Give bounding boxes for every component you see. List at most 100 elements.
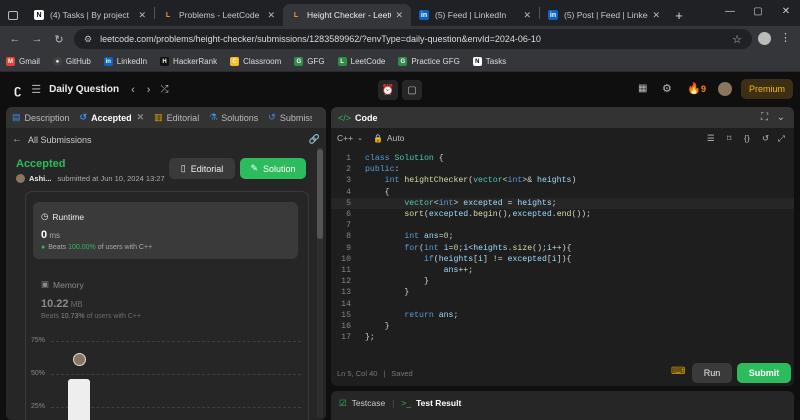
notion-icon: N bbox=[34, 10, 44, 20]
tab-editorial[interactable]: ▥ Editorial bbox=[154, 112, 199, 123]
tab-close-icon[interactable]: ✕ bbox=[138, 10, 146, 21]
code-line[interactable]: 14 bbox=[331, 299, 794, 310]
bookmark-star-icon[interactable]: ☆ bbox=[732, 33, 742, 46]
new-tab-button[interactable]: + bbox=[668, 4, 690, 26]
forward-icon[interactable]: → bbox=[26, 33, 48, 45]
bookmark-hackerrank[interactable]: H HackerRank bbox=[160, 57, 217, 66]
problem-list-icon[interactable]: ☰ bbox=[31, 83, 41, 96]
browser-tab-linkedin-post[interactable]: in (5) Post | Feed | LinkedIn ✕ bbox=[540, 4, 668, 26]
minimize-icon[interactable]: — bbox=[716, 6, 744, 17]
leetcode-logo-icon[interactable]: ʗ bbox=[14, 82, 21, 97]
browser-tab-linkedin-feed[interactable]: in (5) Feed | LinkedIn ✕ bbox=[411, 4, 539, 26]
distribution-bar[interactable] bbox=[68, 379, 90, 420]
code-line[interactable]: 9 for(int i=0;i<heights.size();i++){ bbox=[331, 243, 794, 254]
language-select[interactable]: C++ bbox=[337, 133, 353, 143]
profile-avatar[interactable] bbox=[758, 32, 771, 45]
tab-close-icon[interactable]: ✕ bbox=[267, 10, 275, 21]
code-line[interactable]: 15 return ans; bbox=[331, 310, 794, 321]
submit-button[interactable]: Submit bbox=[737, 363, 791, 383]
code-line[interactable]: 12 } bbox=[331, 276, 794, 287]
fullscreen-icon[interactable]: ⤢ bbox=[778, 133, 785, 144]
code-line[interactable]: 6 sort(excepted.begin(),excepted.end()); bbox=[331, 209, 794, 220]
settings-gear-icon[interactable]: ⚙ bbox=[662, 82, 672, 95]
streak-fire-icon[interactable]: 🔥 bbox=[687, 82, 701, 95]
bookmark-tasks[interactable]: N Tasks bbox=[472, 57, 506, 66]
code-line[interactable]: 7 bbox=[331, 220, 794, 231]
notion-icon: N bbox=[472, 57, 482, 66]
braces-icon[interactable]: {} bbox=[744, 133, 750, 143]
browser-tab-tasks[interactable]: N (4) Tasks | By project ✕ bbox=[26, 4, 154, 26]
reload-icon[interactable]: ↻ bbox=[48, 33, 70, 46]
prev-problem-icon[interactable]: ‹ bbox=[131, 84, 135, 96]
code-line[interactable]: 13 } bbox=[331, 287, 794, 298]
close-window-icon[interactable]: ✕ bbox=[772, 6, 800, 17]
tab-accepted[interactable]: ↺ Accepted ✕ bbox=[80, 112, 145, 123]
share-link-icon[interactable]: 🔗 bbox=[309, 134, 320, 145]
run-button[interactable]: Run bbox=[692, 363, 732, 383]
bookmark-classroom[interactable]: C Classroom bbox=[230, 57, 281, 66]
layout-icon[interactable]: ▦ bbox=[638, 83, 647, 94]
tab-close-icon[interactable]: ✕ bbox=[395, 10, 403, 21]
memory-box[interactable]: ▣ Memory 10.22 MB Beats 10.73% of users w… bbox=[33, 270, 298, 320]
bookmark-github[interactable]: ● GitHub bbox=[52, 57, 91, 66]
bookmark-linkedin[interactable]: in LinkedIn bbox=[103, 57, 147, 66]
code-line[interactable]: 16 } bbox=[331, 321, 794, 332]
tab-label: Editorial bbox=[166, 112, 200, 123]
stats-card: ◷ Runtime 0 ms ● Beats 100.00% of users w… bbox=[25, 191, 309, 420]
shuffle-icon[interactable]: ⤮ bbox=[160, 84, 168, 95]
code-line[interactable]: 17}; bbox=[331, 332, 794, 343]
tab-close-icon[interactable]: ✕ bbox=[652, 10, 660, 21]
browser-tab-problems[interactable]: L Problems - LeetCode ✕ bbox=[155, 4, 283, 26]
maximize-panel-icon[interactable]: ⛶ bbox=[761, 112, 768, 123]
bookmark-leetcode[interactable]: L LeetCode bbox=[337, 57, 385, 66]
auto-mode[interactable]: Auto bbox=[387, 133, 405, 143]
tab-testcase[interactable]: Testcase bbox=[352, 398, 386, 408]
username[interactable]: Ashi... bbox=[29, 174, 52, 183]
site-info-icon[interactable]: ⚙ bbox=[84, 34, 92, 45]
code-line[interactable]: 10 if(heights[i] != excepted[i]){ bbox=[331, 254, 794, 265]
bookmark-gfg[interactable]: G GFG bbox=[294, 57, 325, 66]
solution-button[interactable]: ✎ Solution bbox=[240, 158, 306, 179]
back-icon[interactable]: ← bbox=[4, 33, 26, 45]
code-line[interactable]: 11 ans++; bbox=[331, 265, 794, 276]
code-editor[interactable]: 1 class Solution {2 public: 3 int heightChe… bbox=[331, 153, 794, 343]
bookmark-practice-gfg[interactable]: G Practice GFG bbox=[398, 57, 460, 66]
address-bar[interactable]: ⚙ leetcode.com/problems/height-checker/s… bbox=[74, 29, 752, 49]
bookmark-icon[interactable]: ⌑ bbox=[727, 133, 731, 144]
code-line[interactable]: 2 public: bbox=[331, 164, 794, 175]
tab-test-result[interactable]: Test Result bbox=[416, 398, 461, 408]
runtime-box[interactable]: ◷ Runtime 0 ms ● Beats 100.00% of users w… bbox=[33, 202, 298, 259]
user-avatar[interactable] bbox=[718, 82, 732, 96]
code-line[interactable]: 4 { bbox=[331, 187, 794, 198]
code-line[interactable]: 8 int ans=0; bbox=[331, 231, 794, 242]
code-line[interactable]: 1 class Solution { bbox=[331, 153, 794, 164]
notes-icon[interactable]: ▢ bbox=[402, 80, 422, 100]
tab-title: (5) Post | Feed | LinkedIn bbox=[564, 10, 648, 20]
timer-icon[interactable]: ⏰ bbox=[378, 80, 398, 100]
tab-search-button[interactable] bbox=[0, 4, 26, 26]
editorial-button[interactable]: ▯ Editorial bbox=[169, 158, 235, 179]
code-line[interactable]: 3 int heightChecker(vector<int>& heights… bbox=[331, 175, 794, 186]
left-scrollbar[interactable] bbox=[317, 147, 323, 417]
user-avatar[interactable] bbox=[16, 174, 25, 183]
console-icon[interactable]: ⌨ bbox=[671, 366, 685, 377]
premium-button[interactable]: Premium bbox=[741, 79, 793, 99]
reset-icon[interactable]: ↺ bbox=[762, 133, 769, 144]
browser-tab-height-checker[interactable]: L Height Checker - LeetCode ✕ bbox=[283, 4, 411, 26]
scroll-thumb[interactable] bbox=[317, 149, 323, 239]
bookmark-gmail[interactable]: M Gmail bbox=[6, 57, 40, 66]
tab-close-icon[interactable]: ✕ bbox=[523, 10, 531, 21]
browser-menu-icon[interactable]: ⋮ bbox=[780, 31, 791, 44]
maximize-icon[interactable]: ▢ bbox=[744, 6, 772, 17]
daily-question-title[interactable]: Daily Question bbox=[49, 84, 119, 95]
all-submissions-link[interactable]: ← All Submissions 🔗 bbox=[12, 134, 320, 145]
format-icon[interactable]: ☰ bbox=[707, 133, 715, 144]
tab-solutions[interactable]: ⚗ Solutions bbox=[209, 112, 258, 123]
tab-close-icon[interactable]: ✕ bbox=[137, 112, 145, 123]
line-number: 12 bbox=[341, 277, 351, 287]
code-line[interactable]: 5 vector<int> excepted = heights; bbox=[331, 197, 794, 210]
next-problem-icon[interactable]: › bbox=[147, 84, 151, 96]
tab-description[interactable]: ▤ Description bbox=[12, 112, 70, 123]
tab-submissions[interactable]: ↺Submissions bbox=[268, 112, 312, 123]
panel-menu-icon[interactable]: ⌄ bbox=[777, 112, 785, 123]
